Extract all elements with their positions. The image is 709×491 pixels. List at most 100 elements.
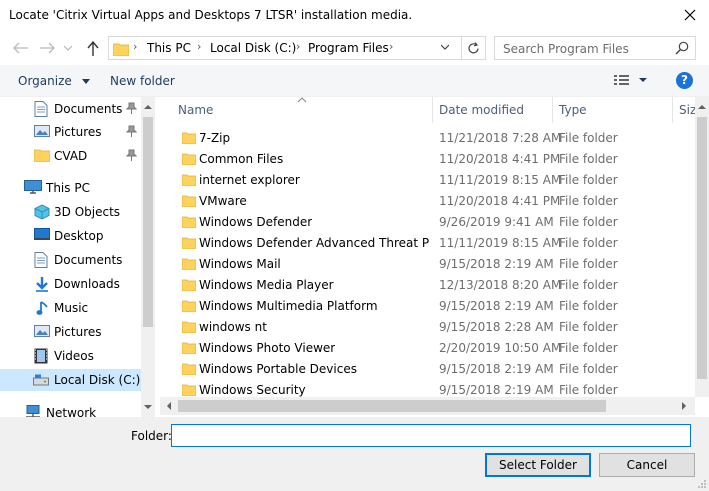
list-item[interactable]: Windows Defender Advanced Threat Pro... … [160,233,695,254]
item-date: 11/20/2018 4:41 PM [439,194,561,208]
back-arrow-icon[interactable] [12,40,30,56]
folder-input[interactable] [171,424,691,447]
breadcrumb-separator: › [389,40,394,53]
file-list-vertical-scrollbar[interactable] [695,97,709,397]
sidebar-item-music[interactable]: Music [0,297,141,319]
item-type: File folder [559,131,618,145]
item-name: Windows Media Player [199,278,334,292]
file-list-horizontal-scrollbar[interactable] [160,397,695,415]
sidebar-item-desktop[interactable]: Desktop [0,225,141,247]
select-folder-button[interactable]: Select Folder [485,453,591,477]
sidebar-item-pictures-quick[interactable]: Pictures [0,121,141,143]
file-list-scroll-thumb[interactable] [697,117,707,379]
sidebar-item-local-disk[interactable]: Local Disk (C:) [0,369,141,391]
new-folder-button[interactable]: New folder [110,74,175,88]
list-item[interactable]: Windows Defender 9/26/2019 9:41 AM File … [160,212,695,233]
list-item[interactable]: Windows Mail 9/15/2018 2:19 AM File fold… [160,254,695,275]
breadcrumb-this-pc[interactable]: This PC [147,41,191,55]
list-item[interactable]: 7-Zip 11/21/2018 7:28 AM File folder [160,128,695,149]
search-box[interactable]: Search Program Files [494,36,696,60]
sidebar-item-this-pc[interactable]: This PC [0,177,141,199]
folder-icon [181,174,197,189]
scroll-up-arrow-icon[interactable] [141,101,155,113]
list-item[interactable]: internet explorer 11/11/2019 8:15 AM Fil… [160,170,695,191]
sidebar-item-3d-objects[interactable]: 3D Objects [0,201,141,223]
resize-grip-icon[interactable] [697,479,707,489]
list-item[interactable]: windows nt 9/15/2018 2:28 AM File folder [160,317,695,338]
list-item[interactable]: Common Files 11/20/2018 4:41 PM File fol… [160,149,695,170]
sidebar-item-videos[interactable]: Videos [0,345,141,367]
local-disk-icon [33,374,49,389]
title-bar: Locate 'Citrix Virtual Apps and Desktops… [0,0,709,32]
cancel-button[interactable]: Cancel [599,453,695,477]
list-item[interactable]: VMware 11/20/2018 4:41 PM File folder [160,191,695,212]
item-date: 2/20/2019 10:50 AM [439,341,562,355]
up-arrow-icon[interactable] [84,40,102,56]
chevron-down-icon [81,78,90,84]
pictures-icon [34,124,50,141]
list-item[interactable]: Windows Portable Devices 9/15/2018 2:19 … [160,359,695,380]
sidebar-item-label: Documents [54,253,123,267]
scroll-up-arrow-icon[interactable] [695,101,709,113]
sidebar-item-cvad[interactable]: CVAD [0,145,141,167]
item-date: 9/15/2018 2:28 AM [439,320,554,334]
sidebar-item-label: Music [54,301,89,315]
refresh-icon[interactable] [461,37,485,59]
sidebar-item-documents-quick[interactable]: Documents [0,98,141,120]
column-header-name[interactable]: Name [178,103,213,117]
column-header-type[interactable]: Type [559,103,587,117]
breadcrumb-local-disk[interactable]: Local Disk (C:) [210,41,296,55]
folder-icon [181,321,197,336]
pin-icon [125,125,138,140]
sidebar-item-label: Desktop [54,229,104,243]
pin-icon [125,102,138,117]
scroll-right-arrow-icon[interactable] [678,397,690,415]
list-item[interactable]: Windows Photo Viewer 2/20/2019 10:50 AM … [160,338,695,359]
documents-icon [34,252,48,271]
pictures-icon [34,324,50,341]
sidebar-item-label: Local Disk (C:) [54,373,141,387]
sidebar-item-network[interactable]: Network [0,402,141,417]
item-date: 9/15/2018 2:19 AM [439,362,554,376]
folder-icon [181,195,197,210]
scroll-left-arrow-icon[interactable] [163,397,175,415]
folder-icon [181,300,197,315]
item-date: 11/11/2019 8:15 AM [439,236,562,250]
recent-locations-chevron-icon[interactable] [62,40,74,56]
sidebar-item-downloads[interactable]: Downloads [0,273,141,295]
pin-icon [125,149,138,164]
breadcrumb-program-files[interactable]: Program Files [308,41,389,55]
folder-icon [33,148,51,165]
item-name: 7-Zip [199,131,231,145]
item-name: Windows Photo Viewer [199,341,336,355]
forward-arrow-icon[interactable] [38,40,56,56]
view-options-icon[interactable] [614,74,650,89]
search-icon[interactable] [675,41,689,58]
sidebar-item-label: Pictures [54,325,102,339]
list-item[interactable]: Windows Media Player 12/13/2018 8:20 AM … [160,275,695,296]
help-icon[interactable]: ? [676,72,693,89]
horizontal-scroll-thumb[interactable] [178,400,606,412]
column-header-date-modified[interactable]: Date modified [439,103,524,117]
column-header-row: Name Date modified Type Siz [160,97,695,123]
videos-icon [34,348,48,367]
sidebar-scroll-thumb[interactable] [143,117,153,327]
close-icon[interactable] [681,6,699,24]
item-date: 9/15/2018 2:19 AM [439,299,554,313]
address-dropdown-chevron-icon[interactable] [440,40,450,53]
item-type: File folder [559,299,618,313]
address-bar[interactable]: › This PC › Local Disk (C:) › Program Fi… [108,36,486,60]
sidebar-item-documents[interactable]: Documents [0,249,141,271]
sidebar-scrollbar[interactable] [141,97,155,417]
sidebar-item-label: This PC [46,181,90,195]
list-item[interactable]: Windows Multimedia Platform 9/15/2018 2:… [160,296,695,317]
navigation-pane: Documents Pictures CVAD This PC 3D Objec… [0,97,155,417]
scroll-down-arrow-icon[interactable] [141,401,155,413]
organize-button[interactable]: Organize [18,74,90,88]
list-item[interactable]: Windows Security 9/15/2018 2:19 AM File … [160,380,695,397]
breadcrumb-separator: › [296,40,301,53]
sidebar-item-pictures[interactable]: Pictures [0,321,141,343]
breadcrumb-separator: › [133,40,138,53]
column-header-size[interactable]: Siz [679,103,695,117]
item-date: 9/15/2018 2:19 AM [439,257,554,271]
